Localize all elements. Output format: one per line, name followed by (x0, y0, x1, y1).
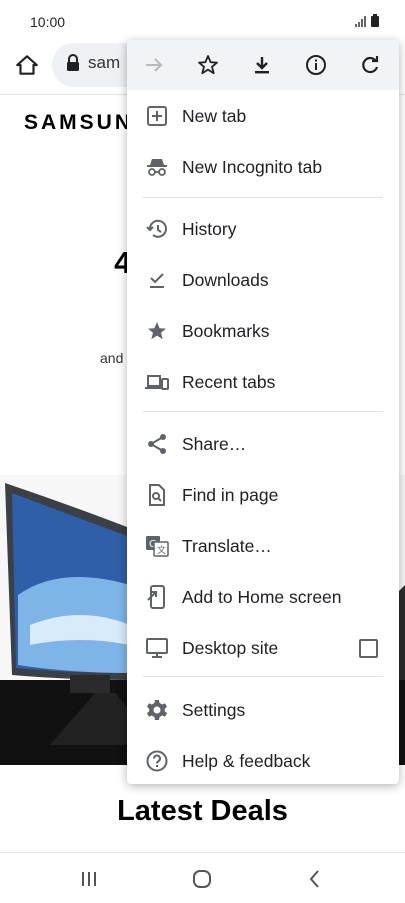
menu-item-new-incognito-tab[interactable]: New Incognito tab (127, 142, 399, 192)
menu-divider (143, 411, 383, 412)
url-text: sam (88, 53, 121, 72)
devices-icon (145, 375, 169, 390)
menu-item-share[interactable]: Share… (127, 419, 399, 469)
menu-label-bookmarks: Bookmarks (182, 321, 270, 341)
menu-item-help-feedback[interactable]: Help & feedback (127, 736, 399, 786)
share-icon (148, 434, 166, 454)
forward-arrow-icon[interactable] (142, 53, 166, 77)
menu-item-add-to-home-screen[interactable]: Add to Home screen (127, 572, 399, 622)
history-icon (146, 219, 167, 238)
menu-label-downloads: Downloads (182, 270, 269, 290)
recent-apps-icon[interactable] (77, 867, 101, 891)
menu-item-history[interactable]: History (127, 204, 399, 254)
menu-divider (143, 197, 383, 198)
system-nav-bar (0, 852, 405, 903)
menu-label-translate: Translate… (182, 536, 272, 556)
menu-label-find-in-page: Find in page (182, 485, 279, 505)
incognito-icon (147, 159, 167, 176)
menu-label-help-feedback: Help & feedback (182, 751, 311, 771)
status-bar: 10:00 (0, 0, 405, 40)
new-tab-icon (147, 106, 167, 126)
desktop-icon (146, 638, 168, 658)
menu-divider (143, 676, 383, 677)
settings-gear-icon (147, 700, 167, 720)
bookmark-star-icon (148, 322, 166, 340)
status-time: 10:00 (30, 14, 66, 30)
menu-label-desktop-site: Desktop site (182, 638, 279, 658)
menu-label-share: Share… (182, 434, 247, 454)
svg-text:文: 文 (157, 544, 166, 556)
overflow-menu: New tab New Incognito tab History Downlo… (127, 40, 399, 784)
find-in-page-icon (149, 484, 165, 506)
menu-item-downloads[interactable]: Downloads (127, 255, 399, 305)
menu-label-add-to-home-screen: Add to Home screen (182, 587, 342, 607)
signal-icon (355, 16, 366, 27)
menu-label-history: History (182, 219, 237, 239)
add-to-home-icon (147, 585, 165, 609)
menu-item-settings[interactable]: Settings (127, 685, 399, 735)
battery-icon (371, 14, 379, 27)
menu-label-new-incognito-tab: New Incognito tab (182, 157, 323, 177)
menu-item-bookmarks[interactable]: Bookmarks (127, 306, 399, 356)
latest-deals-heading: Latest Deals (117, 795, 288, 827)
refresh-icon[interactable] (358, 53, 382, 77)
page-subtext: and (100, 350, 124, 366)
back-icon[interactable] (303, 867, 327, 891)
menu-item-desktop-site[interactable]: Desktop site (127, 623, 399, 673)
menu-item-translate[interactable]: G文 Translate… (127, 521, 399, 571)
info-icon[interactable] (304, 53, 328, 77)
status-icons (355, 14, 379, 27)
translate-icon: G文 (146, 536, 169, 557)
home-icon[interactable] (14, 52, 40, 78)
menu-action-bar (127, 40, 399, 90)
menu-item-recent-tabs[interactable]: Recent tabs (127, 357, 399, 407)
menu-item-new-tab[interactable]: New tab (127, 91, 399, 141)
menu-label-recent-tabs: Recent tabs (182, 372, 276, 392)
download-icon[interactable] (250, 53, 274, 77)
menu-label-new-tab: New tab (182, 106, 247, 126)
home-button-icon[interactable] (190, 867, 214, 891)
lock-icon (67, 54, 79, 71)
downloads-check-icon (150, 273, 164, 288)
help-icon (146, 750, 168, 772)
star-icon[interactable] (196, 53, 220, 77)
menu-item-find-in-page[interactable]: Find in page (127, 470, 399, 520)
desktop-site-checkbox[interactable] (359, 639, 378, 658)
menu-label-settings: Settings (182, 700, 246, 720)
